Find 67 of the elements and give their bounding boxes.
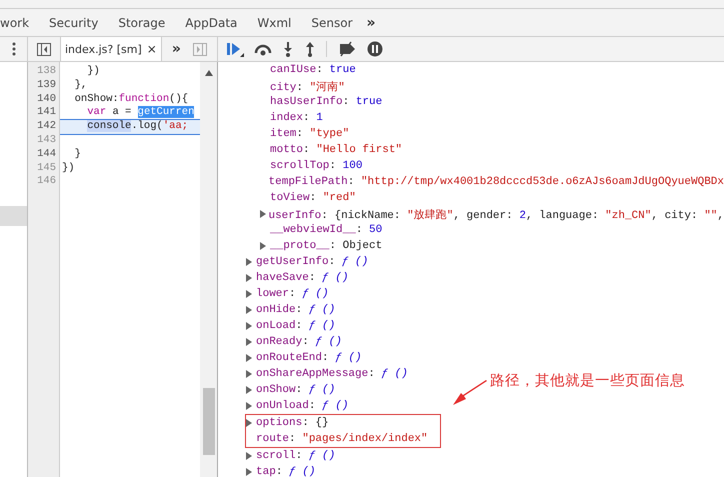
line-number: 140 [36, 92, 57, 106]
property-entry: city: "河南" [270, 80, 345, 94]
more-tabs-button[interactable]: » [362, 14, 380, 30]
property-entry: getUserInfo: ƒ () [256, 256, 368, 268]
property-entry: onRouteEnd: ƒ () [256, 352, 362, 364]
panel-tab[interactable]: Sensor [301, 9, 363, 36]
property-entry: index: 1 [270, 112, 323, 124]
step-over-icon[interactable] [254, 42, 272, 56]
editor-tab[interactable]: index.js? [sm] × [60, 37, 162, 61]
more-files-button[interactable]: » [168, 41, 185, 57]
more-vertical-icon[interactable] [12, 42, 16, 56]
property-entry: __proto__: Object [270, 240, 382, 252]
deactivate-breakpoints-icon[interactable] [337, 41, 357, 57]
step-out-icon[interactable] [304, 41, 316, 57]
step-into-icon[interactable] [282, 41, 294, 57]
property-entry: lower: ƒ () [256, 288, 329, 300]
close-tab-button[interactable]: × [146, 42, 157, 56]
property-entry: hasUserInfo: true [270, 96, 382, 108]
property-entry: onShareAppMessage: ƒ () [256, 368, 408, 380]
line-number: 145 [36, 162, 57, 176]
property-entry: userInfo: {nickName: "放肆跑", gender: 2, language: "zh_CN", city: "", [268, 208, 724, 222]
expand-triangle-icon[interactable] [246, 419, 252, 427]
line-number: 143 [36, 134, 57, 148]
line-number: 141 [36, 106, 57, 120]
property-entry: route: "pages/index/index" [256, 433, 428, 445]
property-entry: __webviewId__: 50 [270, 224, 382, 236]
panel-tab[interactable]: work [0, 9, 40, 36]
panel-tab[interactable]: AppData [175, 9, 248, 36]
code-line: } [74, 148, 82, 162]
property-entry: onLoad: ƒ () [256, 320, 336, 332]
code-line: }) [86, 65, 101, 79]
property-entry: scroll: ƒ () [256, 450, 336, 462]
code-line: }) [61, 162, 76, 176]
scroll-up-icon[interactable] [204, 70, 212, 76]
property-entry: canIUse: true [270, 64, 356, 76]
line-number: 138 [36, 65, 57, 79]
property-entry: onHide: ƒ () [256, 304, 336, 316]
expand-triangle-icon[interactable] [260, 210, 266, 218]
code-line: }, [74, 78, 88, 93]
code-line: onShow:function(){ [74, 92, 190, 106]
sidebar-toggle-icon[interactable] [37, 42, 51, 56]
line-number: 146 [36, 175, 57, 190]
property-entry: tap: ƒ () [256, 466, 316, 477]
annotation-note: 路径，其他就是一些页面信息 [490, 372, 685, 390]
annotation-arrow [452, 380, 488, 406]
panel-tab[interactable]: Security [39, 9, 108, 36]
property-entry: options: {} [256, 417, 329, 429]
property-entry: motto: "Hello first" [270, 144, 402, 156]
property-entry: tempFilePath: "http://tmp/wx4001b28dcccd53de.o6zAJs6oamJdUgOQyueWQBDx [268, 176, 724, 188]
pause-icon[interactable] [367, 41, 383, 57]
scrollbar[interactable] [200, 62, 217, 477]
panel-tab[interactable]: Storage [108, 9, 176, 36]
line-number: 144 [36, 148, 57, 162]
property-entry: onUnload: ƒ () [256, 400, 348, 412]
resume-icon[interactable] [226, 41, 244, 57]
scrollbar-thumb[interactable] [202, 388, 214, 455]
panel-toggle-icon[interactable] [192, 42, 207, 56]
line-number: 142 [36, 120, 57, 134]
property-entry: scrollTop: 100 [270, 160, 362, 172]
property-entry: onShow: ƒ () [256, 384, 336, 396]
property-entry: onReady: ƒ () [256, 336, 342, 348]
property-entry: haveSave: ƒ () [256, 272, 348, 284]
code-line: var a = getCurren [86, 106, 196, 120]
line-number: 139 [36, 78, 57, 93]
panel-tab[interactable]: Wxml [247, 9, 302, 36]
property-entry: item: "type" [270, 128, 350, 140]
property-entry: toView: "red" [270, 192, 356, 204]
